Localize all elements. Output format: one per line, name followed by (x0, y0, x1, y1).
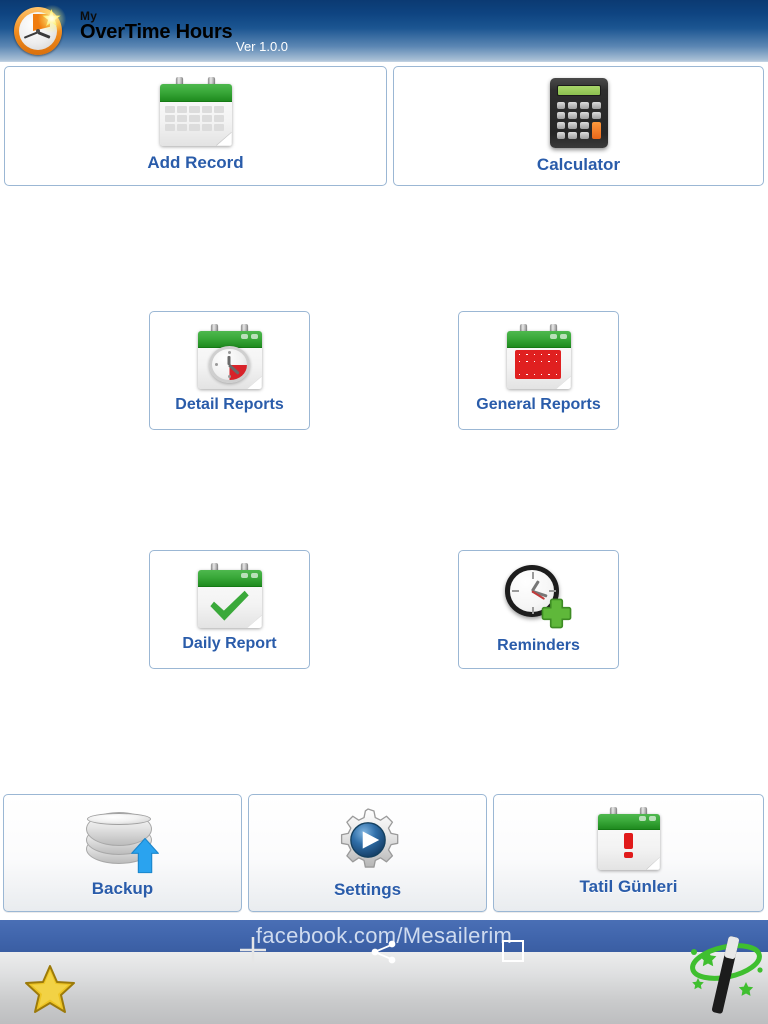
calendar-body (197, 570, 262, 628)
add-record-button[interactable]: Add Record (4, 66, 387, 186)
general-reports-button[interactable]: General Reports (458, 311, 619, 430)
gear-icon (340, 807, 398, 868)
clock-plus-icon (504, 564, 574, 630)
calculator-label: Calculator (536, 154, 621, 174)
calendar-clock-icon (197, 324, 262, 389)
calendar-body (506, 331, 571, 389)
screenshot-toolbar: Vote Capture more Share Crop Remove Ads (0, 936, 768, 1024)
add-record-label: Add Record (147, 152, 244, 172)
calendar-grid-icon (506, 324, 571, 389)
calendar-page-fold (247, 376, 262, 389)
app-title-main: OverTime Hours (80, 21, 233, 43)
calculator-screen (556, 84, 601, 96)
detail-reports-label: Detail Reports (175, 396, 284, 413)
calendar-header (506, 331, 571, 349)
calendar-header (597, 813, 660, 831)
calculator-keys (556, 101, 601, 139)
backup-button[interactable]: Backup (3, 794, 242, 912)
calendar-page-fold (645, 857, 660, 870)
calendar-check-icon (197, 563, 262, 628)
magic-wand-icon[interactable] (684, 930, 768, 1020)
clock-center-dot (36, 29, 40, 33)
general-reports-label: General Reports (476, 396, 601, 413)
calendar-body (197, 331, 262, 389)
holidays-label: Tatil Günleri (579, 876, 678, 896)
calendar-header (197, 570, 262, 588)
check-icon (210, 590, 249, 621)
settings-button[interactable]: Settings (248, 794, 487, 912)
calendar-tabs (638, 816, 656, 822)
calendar-tabs (240, 333, 258, 339)
app-header: My OverTime Hours Ver 1.0.0 (0, 0, 768, 62)
holidays-button[interactable]: Tatil Günleri (493, 794, 764, 912)
calendar-grid (165, 105, 225, 131)
calculator-icon (549, 77, 608, 148)
backup-label: Backup (91, 878, 154, 898)
calendar-header (159, 83, 232, 103)
calendar-icon (159, 76, 232, 146)
gear-play-icon (335, 807, 401, 873)
reminders-label: Reminders (497, 637, 580, 654)
star-icon[interactable] (24, 964, 76, 1014)
app-logo (14, 5, 66, 55)
daily-report-button[interactable]: Daily Report (149, 550, 310, 669)
plus-icon[interactable] (238, 935, 268, 965)
calendar-page-fold (215, 131, 232, 146)
app-version: Ver 1.0.0 (236, 39, 289, 54)
exclamation-bar (623, 832, 634, 850)
daily-report-label: Daily Report (182, 635, 277, 652)
calendar-exclamation-icon (597, 806, 660, 870)
plus-badge-icon (541, 598, 571, 629)
database-upload-icon (85, 808, 160, 874)
calendar-body (159, 83, 232, 146)
settings-label: Settings (333, 879, 402, 899)
calendar-body (597, 813, 660, 870)
calendar-tabs (549, 333, 567, 339)
upload-arrow-icon (131, 837, 160, 874)
clock-dial (209, 346, 250, 384)
detail-reports-button[interactable]: Detail Reports (149, 311, 310, 430)
report-grid (514, 350, 561, 380)
app-root: My OverTime Hours Ver 1.0.0 Add Record C… (0, 0, 768, 1024)
reminders-button[interactable]: Reminders (458, 550, 619, 669)
calculator-body (549, 77, 608, 148)
share-icon[interactable] (370, 940, 398, 964)
calendar-tabs (240, 572, 258, 578)
exclamation-dot (623, 852, 634, 859)
crop-icon[interactable] (502, 940, 524, 962)
calculator-button[interactable]: Calculator (393, 66, 764, 186)
db-top-surface (86, 812, 151, 825)
